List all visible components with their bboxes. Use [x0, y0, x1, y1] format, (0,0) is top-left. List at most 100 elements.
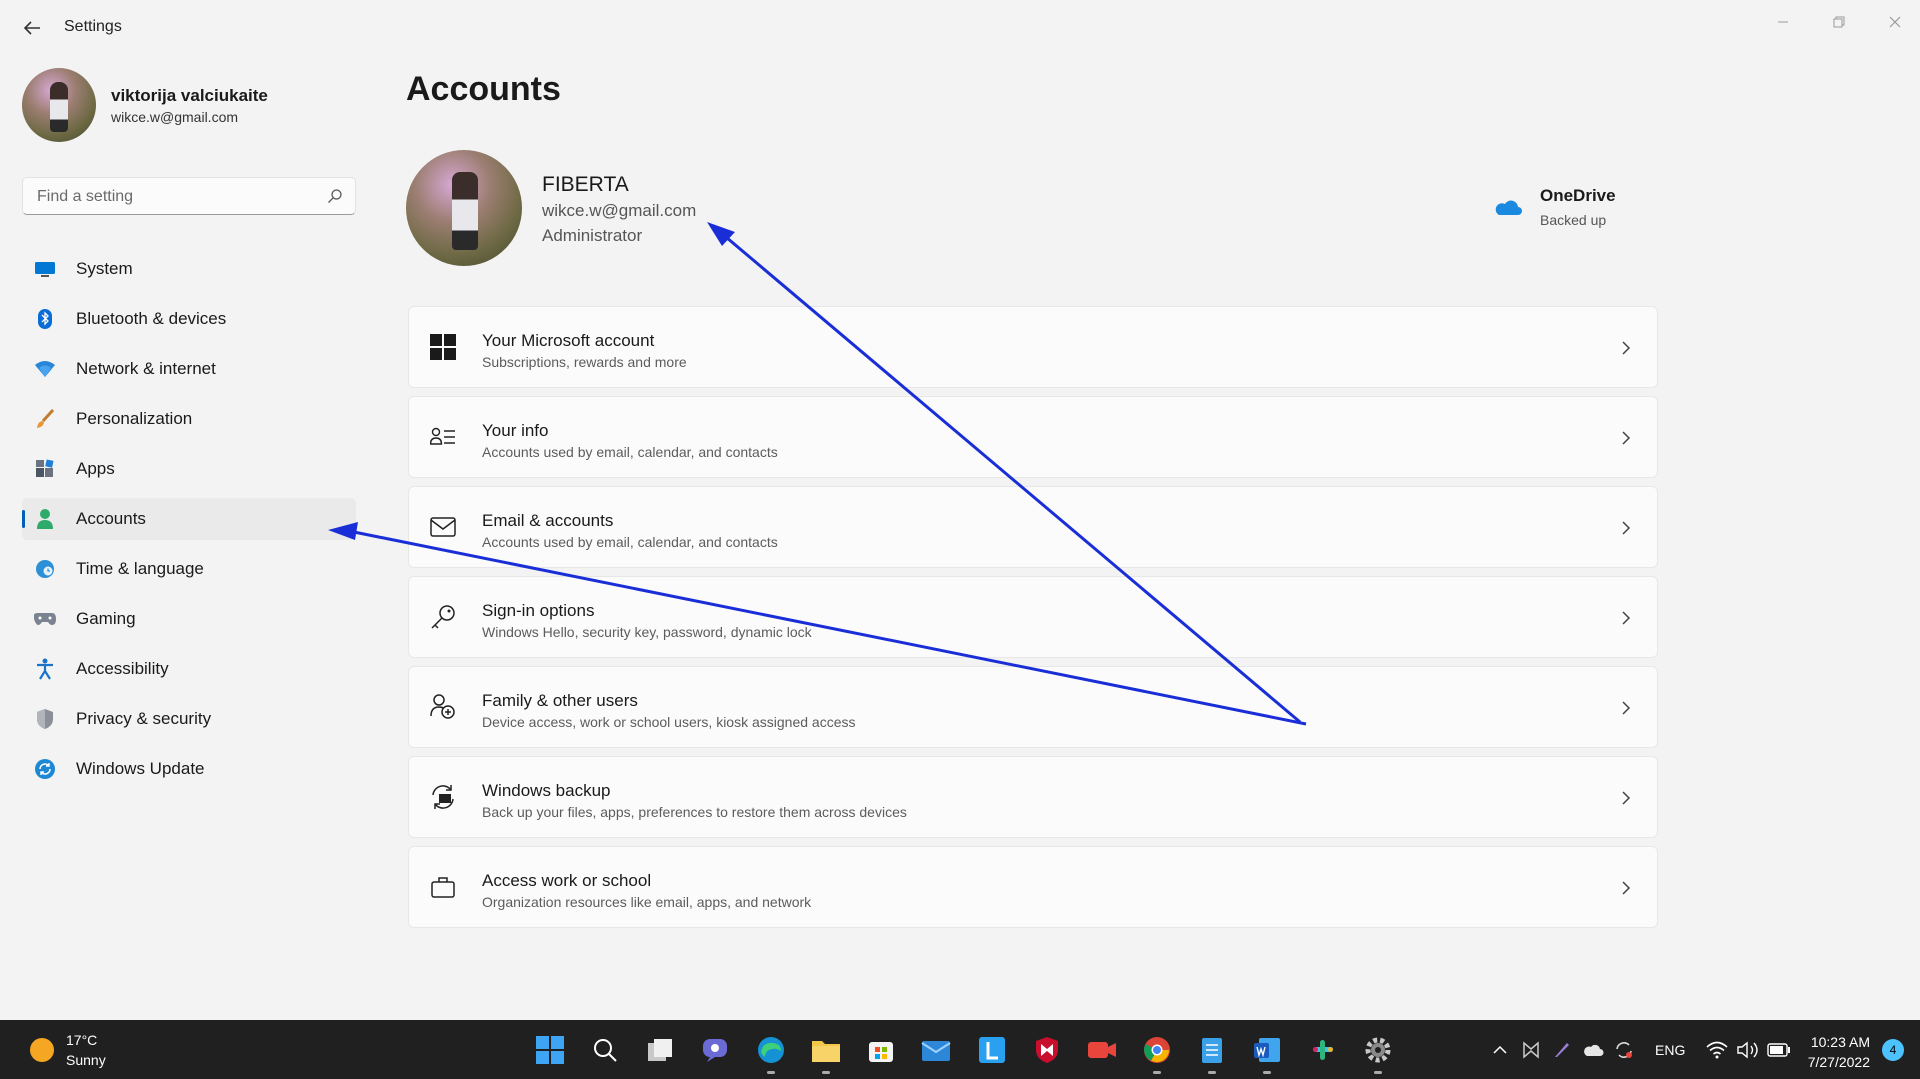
- card-your-info[interactable]: Your info Accounts used by email, calend…: [408, 396, 1658, 478]
- card-title: Windows backup: [482, 781, 611, 800]
- running-indicator: [821, 1071, 830, 1074]
- accessibility-icon: [34, 658, 56, 680]
- onedrive-status: Backed up: [1540, 212, 1607, 228]
- mail-app-button[interactable]: [916, 1030, 956, 1070]
- volume-tray-button[interactable]: [1734, 1036, 1762, 1064]
- card-title: Your Microsoft account: [482, 331, 655, 350]
- sidebar-item-network[interactable]: Network & internet: [22, 348, 356, 390]
- mcafee-shield-icon: [1035, 1037, 1058, 1063]
- account-name: FIBERTA: [542, 173, 629, 196]
- card-subtitle: Device access, work or school users, kio…: [482, 714, 856, 730]
- weather-temperature[interactable]: 17°C: [66, 1032, 97, 1048]
- back-arrow-icon[interactable]: [20, 16, 44, 40]
- weather-condition[interactable]: Sunny: [66, 1052, 106, 1068]
- edge-browser-button[interactable]: [751, 1030, 791, 1074]
- chrome-button[interactable]: [1137, 1030, 1177, 1074]
- close-button[interactable]: [1872, 6, 1918, 38]
- sidebar-item-accounts[interactable]: Accounts: [22, 498, 356, 540]
- l-app-button[interactable]: [972, 1030, 1012, 1070]
- sidebar-item-time-language[interactable]: Time & language: [22, 548, 356, 590]
- mcafee-button[interactable]: [1027, 1030, 1067, 1070]
- sidebar-item-label: Bluetooth & devices: [76, 309, 227, 328]
- start-button[interactable]: [530, 1030, 570, 1070]
- apps-icon: [34, 458, 56, 480]
- taskbar: 17°C Sunny ENG 10:23 AM 7/27/2022 4: [0, 1020, 1920, 1079]
- search-input[interactable]: [35, 178, 319, 216]
- sidebar-item-label: System: [76, 259, 133, 278]
- sidebar-item-system[interactable]: System: [22, 248, 356, 290]
- card-windows-backup[interactable]: Windows backup Back up your files, apps,…: [408, 756, 1658, 838]
- mcafee-tray-button[interactable]: [1517, 1036, 1545, 1064]
- sidebar-item-gaming[interactable]: Gaming: [22, 598, 356, 640]
- monitor-icon: [34, 258, 56, 280]
- search-icon[interactable]: [327, 188, 343, 204]
- input-language-indicator[interactable]: ENG: [1655, 1042, 1685, 1058]
- sidebar-item-label: Accounts: [76, 509, 146, 528]
- card-title: Your info: [482, 421, 549, 440]
- settings-app-button[interactable]: [1358, 1030, 1398, 1074]
- minimize-button[interactable]: [1760, 6, 1806, 38]
- settings-cards-list: Your Microsoft account Subscriptions, re…: [408, 306, 1658, 936]
- speaker-icon: [1737, 1041, 1759, 1059]
- card-email-accounts[interactable]: Email & accounts Accounts used by email,…: [408, 486, 1658, 568]
- taskbar-search-button[interactable]: [585, 1030, 625, 1070]
- avatar-figure: [452, 172, 478, 250]
- task-view-button[interactable]: [640, 1030, 680, 1070]
- sidebar-item-label: Personalization: [76, 409, 193, 428]
- card-sign-in-options[interactable]: Sign-in options Windows Hello, security …: [408, 576, 1658, 658]
- sidebar-item-label: Time & language: [76, 559, 204, 578]
- sidebar-item-privacy-security[interactable]: Privacy & security: [22, 698, 356, 740]
- card-microsoft-account[interactable]: Your Microsoft account Subscriptions, re…: [408, 306, 1658, 388]
- teams-chat-button[interactable]: [696, 1030, 736, 1070]
- chevron-right-icon: [1622, 611, 1631, 625]
- sidebar-item-label: Gaming: [76, 609, 136, 628]
- mail-icon: [921, 1041, 951, 1061]
- show-hidden-icons-button[interactable]: [1486, 1036, 1514, 1064]
- store-icon: [869, 1042, 894, 1062]
- sidebar-item-label: Windows Update: [76, 759, 205, 778]
- page-title: Accounts: [406, 70, 561, 108]
- onedrive-status-link[interactable]: OneDrive Backed up: [1492, 186, 1616, 236]
- onedrive-tray-button[interactable]: [1579, 1036, 1607, 1064]
- restore-button[interactable]: [1816, 6, 1862, 38]
- sync-tray-button[interactable]: [1610, 1036, 1638, 1064]
- profile-avatar: [22, 68, 96, 142]
- slack-button[interactable]: [1303, 1030, 1343, 1070]
- mail-icon: [429, 513, 457, 541]
- notepad-button[interactable]: [1192, 1030, 1232, 1074]
- system-tray: ENG: [1486, 1030, 1796, 1070]
- network-tray-button[interactable]: [1703, 1036, 1731, 1064]
- sidebar-item-accessibility[interactable]: Accessibility: [22, 648, 356, 690]
- chevron-right-icon: [1622, 701, 1631, 715]
- card-subtitle: Accounts used by email, calendar, and co…: [482, 534, 778, 550]
- search-box: [22, 177, 356, 216]
- sync-icon: [1616, 1042, 1632, 1058]
- taskbar-clock[interactable]: 10:23 AM 7/27/2022: [1790, 1032, 1870, 1072]
- notification-badge[interactable]: 4: [1882, 1039, 1904, 1061]
- sidebar-item-windows-update[interactable]: Windows Update: [22, 748, 356, 790]
- microsoft-store-button[interactable]: [861, 1030, 901, 1070]
- wifi-icon: [34, 358, 56, 380]
- shield-icon: [34, 708, 56, 730]
- bluetooth-icon: [34, 308, 56, 330]
- sidebar-item-bluetooth[interactable]: Bluetooth & devices: [22, 298, 356, 340]
- clock-time: 10:23 AM: [1810, 1034, 1870, 1050]
- chevron-right-icon: [1622, 431, 1631, 445]
- sidebar-item-label: Network & internet: [76, 359, 216, 378]
- file-explorer-button[interactable]: [806, 1030, 846, 1074]
- sidebar-item-personalization[interactable]: Personalization: [22, 398, 356, 440]
- video-app-button[interactable]: [1082, 1030, 1122, 1070]
- chat-icon: [702, 1039, 727, 1062]
- card-access-work-school[interactable]: Access work or school Organization resou…: [408, 846, 1658, 928]
- sun-icon[interactable]: [30, 1038, 54, 1062]
- account-email: wikce.w@gmail.com: [542, 201, 697, 220]
- person-icon: [34, 508, 56, 530]
- pen-tray-button[interactable]: [1548, 1036, 1576, 1064]
- sidebar-item-label: Apps: [76, 459, 115, 478]
- card-family-other-users[interactable]: Family & other users Device access, work…: [408, 666, 1658, 748]
- edge-icon: [757, 1037, 784, 1063]
- account-avatar: [406, 150, 522, 266]
- card-subtitle: Organization resources like email, apps,…: [482, 894, 812, 910]
- sidebar-item-apps[interactable]: Apps: [22, 448, 356, 490]
- word-button[interactable]: [1247, 1030, 1287, 1074]
